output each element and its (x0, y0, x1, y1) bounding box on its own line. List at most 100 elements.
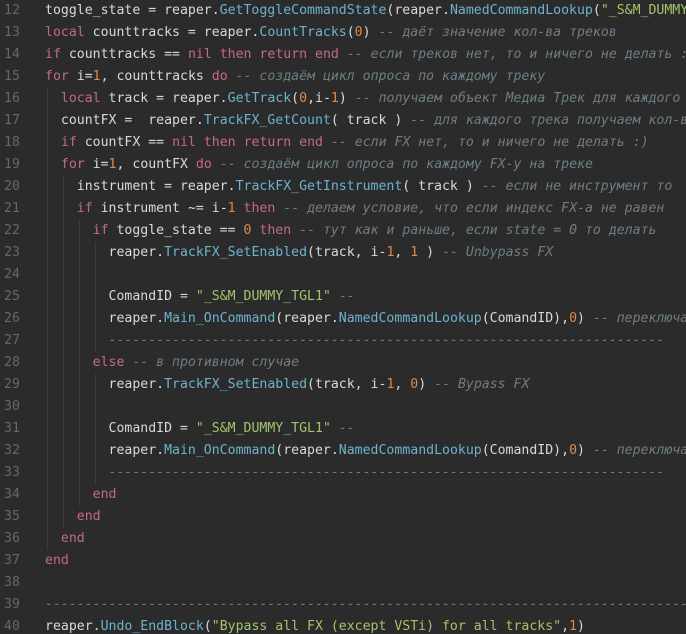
indent-guide (63, 286, 64, 308)
code-token: ( (291, 91, 300, 106)
line-number: 25 (4, 289, 20, 304)
indent-guide (47, 88, 48, 110)
indent-guide (47, 440, 48, 462)
indent-guide (47, 242, 48, 264)
line-number: 28 (4, 355, 20, 370)
code-token: reaper. (108, 311, 165, 326)
code-token: GetTrack (227, 91, 292, 106)
indent-guide (47, 110, 48, 132)
code-line[interactable]: 24 (0, 264, 686, 286)
indent-guide (79, 330, 80, 352)
code-text: instrument = reaper.TrackFX_GetInstrumen… (42, 176, 673, 198)
indent-guide (47, 176, 48, 198)
code-token: ) (418, 245, 443, 260)
code-editor[interactable]: 12 toggle_state = reaper.GetToggleCommand… (0, 0, 686, 634)
code-line[interactable]: 38 (0, 572, 686, 594)
code-token: track = reaper. (100, 91, 228, 106)
code-text: end (42, 506, 101, 528)
code-line[interactable]: 34 end (0, 484, 686, 506)
code-token: reaper. (45, 619, 101, 634)
code-token: i= (84, 157, 109, 172)
indent-guide (47, 264, 48, 286)
line-number: 12 (4, 3, 20, 18)
code-line[interactable]: 16 local track = reaper.GetTrack(0,i-1) … (0, 88, 686, 110)
indent-guide (95, 308, 96, 330)
code-token: do (195, 157, 212, 172)
code-token: ( (346, 25, 355, 40)
code-line[interactable]: 20 instrument = reaper.TrackFX_GetInstru… (0, 176, 686, 198)
code-token: ( (592, 3, 601, 18)
code-line[interactable]: 36 end (0, 528, 686, 550)
code-token: -- Unbypass FX (442, 245, 554, 260)
code-token: -- тут как и раньше, если state = 0 то д… (299, 223, 657, 238)
code-line[interactable]: 25 ComandID = "_S&M_DUMMY_TGL1" -- (0, 286, 686, 308)
code-token: , countFX (116, 157, 196, 172)
code-line[interactable]: 40 reaper.Undo_EndBlock("Bypass all FX (e… (0, 616, 686, 634)
indent-guide (47, 154, 48, 176)
code-text: ComandID = "_S&M_DUMMY_TGL1" -- (42, 418, 355, 440)
indent-guide (79, 308, 80, 330)
code-line[interactable]: 29 reaper.TrackFX_SetEnabled(track, i-1,… (0, 374, 686, 396)
code-token: 0 (354, 25, 363, 40)
code-text: if instrument ~= i-1 then -- делаем усло… (42, 198, 665, 220)
code-line[interactable]: 21 if instrument ~= i-1 then -- делаем у… (0, 198, 686, 220)
code-token: do (211, 69, 228, 84)
code-line[interactable]: 35 end (0, 506, 686, 528)
code-line[interactable]: 31 ComandID = "_S&M_DUMMY_TGL1" -- (0, 418, 686, 440)
line-number: 35 (4, 509, 20, 524)
code-line[interactable]: 23 reaper.TrackFX_SetEnabled(track, i-1,… (0, 242, 686, 264)
code-line[interactable]: 33 -------------------------------------… (0, 462, 686, 484)
code-token: , (394, 377, 411, 392)
code-line[interactable]: 39 --------------------------------------… (0, 594, 686, 616)
indent-guide (95, 462, 96, 484)
indent-guide (63, 352, 64, 374)
code-line[interactable]: 27 -------------------------------------… (0, 330, 686, 352)
code-token: countFX == (76, 135, 173, 150)
code-line[interactable]: 32 reaper.Main_OnCommand(reaper.NamedCom… (0, 440, 686, 462)
code-line[interactable]: 30 (0, 396, 686, 418)
indent-guide (79, 264, 80, 286)
code-line[interactable]: 18 if countFX == nil then return end -- … (0, 132, 686, 154)
code-token: -- Bypass FX (434, 377, 530, 392)
code-line[interactable]: 26 reaper.Main_OnCommand(reaper.NamedCom… (0, 308, 686, 330)
indent-guide (79, 286, 80, 308)
indent-guide (95, 440, 96, 462)
indent-guide (47, 528, 48, 550)
line-number: 19 (4, 157, 20, 172)
code-token: then (203, 135, 236, 150)
code-token: "Bypass all FX (except VSTi) for all tra… (211, 619, 562, 634)
code-line[interactable]: 17 countFX = reaper.TrackFX_GetCount( tr… (0, 110, 686, 132)
code-token: toggle_state == (108, 223, 244, 238)
code-line[interactable]: 15 for i=1, counttracks do -- создаём цик… (0, 66, 686, 88)
code-token: ----------------------------------------… (108, 465, 665, 480)
code-token: , (561, 619, 570, 634)
code-token: (track, i- (307, 245, 387, 260)
code-text: reaper.Undo_EndBlock("Bypass all FX (exc… (42, 616, 585, 634)
code-line[interactable]: 22 if toggle_state == 0 then -- тут как … (0, 220, 686, 242)
line-number: 14 (4, 47, 20, 62)
indent-guide (47, 506, 48, 528)
code-text: if countFX == nil then return end -- есл… (42, 132, 649, 154)
code-token: ( (203, 619, 212, 634)
code-line[interactable]: 12 toggle_state = reaper.GetToggleCommand… (0, 0, 686, 22)
code-line[interactable]: 19 for i=1, countFX do -- создаём цикл о… (0, 154, 686, 176)
code-token: -- если FX нет, то и ничего не делать :) (330, 135, 649, 150)
code-line[interactable]: 13 local counttracks = reaper.CountTracks… (0, 22, 686, 44)
indent-guide (79, 418, 80, 440)
code-text: end (42, 550, 69, 572)
code-line[interactable]: 28 else -- в противном случае (0, 352, 686, 374)
code-line[interactable]: 37 end (0, 550, 686, 572)
code-text: reaper.Main_OnCommand(reaper.NamedComman… (42, 308, 686, 330)
indent-guide (79, 242, 80, 264)
code-token: TrackFX_GetInstrument (235, 179, 403, 194)
code-token: Main_OnCommand (164, 443, 276, 458)
code-text: reaper.TrackFX_SetEnabled(track, i-1, 0)… (42, 374, 530, 396)
line-number: 23 (4, 245, 20, 260)
code-line[interactable]: 14 if counttracks == nil then return end … (0, 44, 686, 66)
line-number: 15 (4, 69, 20, 84)
code-token: i= (68, 69, 93, 84)
